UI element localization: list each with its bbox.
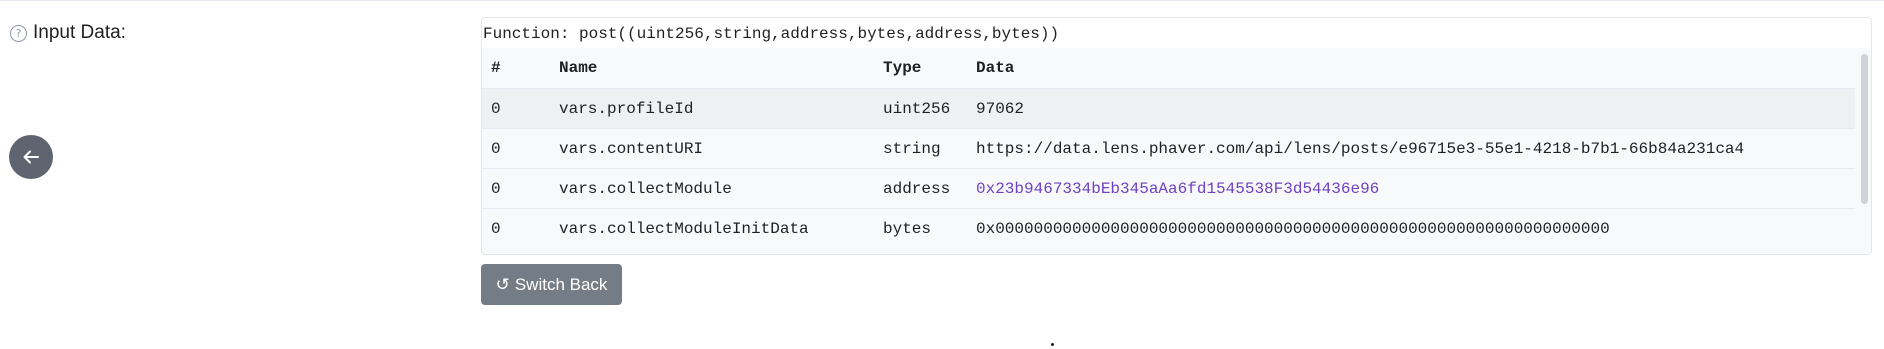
table-row: 0 vars.contentURI string https://data.le… bbox=[482, 128, 1855, 169]
header-index: # bbox=[482, 48, 559, 89]
input-data-label-text: Input Data: bbox=[33, 22, 126, 43]
table-row: 0 vars.collectModule address 0x23b946733… bbox=[482, 168, 1855, 209]
input-data-label: ? Input Data: bbox=[10, 22, 126, 44]
undo-icon: ↺ bbox=[495, 274, 510, 295]
table-header-row: # Name Type Data bbox=[482, 48, 1855, 89]
row-index: 0 bbox=[482, 168, 559, 209]
switch-back-label: Switch Back bbox=[514, 274, 608, 294]
row-type: string bbox=[883, 128, 976, 169]
row-index: 0 bbox=[482, 88, 559, 129]
row-index: 0 bbox=[482, 128, 559, 169]
table-row: 0 vars.profileId uint256 97062 bbox=[482, 88, 1855, 129]
question-circle-icon[interactable]: ? bbox=[10, 24, 27, 42]
row-data: 0x00000000000000000000000000000000000000… bbox=[976, 208, 1855, 248]
header-name: Name bbox=[559, 48, 883, 89]
header-type: Type bbox=[883, 48, 976, 89]
decoded-input-panel: Function: post((uint256,string,address,b… bbox=[481, 17, 1872, 255]
top-divider bbox=[0, 0, 1884, 1]
row-index: 0 bbox=[482, 208, 559, 248]
row-name: vars.contentURI bbox=[559, 128, 883, 169]
function-signature: Function: post((uint256,string,address,b… bbox=[482, 18, 1871, 48]
header-data: Data bbox=[976, 48, 1855, 89]
switch-back-button[interactable]: ↺ Switch Back bbox=[481, 264, 622, 305]
row-type: bytes bbox=[883, 208, 976, 248]
row-data: https://data.lens.phaver.com/api/lens/po… bbox=[976, 128, 1855, 169]
back-button[interactable] bbox=[9, 135, 53, 179]
row-type: uint256 bbox=[883, 88, 976, 129]
row-data-address-link[interactable]: 0x23b9467334bEb345aAa6fd1545538F3d54436e… bbox=[976, 168, 1855, 209]
decorative-dot bbox=[1051, 343, 1054, 346]
row-type: address bbox=[883, 168, 976, 209]
row-name: vars.collectModule bbox=[559, 168, 883, 209]
arrow-left-icon bbox=[23, 150, 39, 164]
row-name: vars.collectModuleInitData bbox=[559, 208, 883, 248]
vertical-scrollbar[interactable] bbox=[1861, 54, 1868, 204]
table-row: 0 vars.collectModuleInitData bytes 0x000… bbox=[482, 208, 1855, 248]
row-name: vars.profileId bbox=[559, 88, 883, 129]
decoded-params-table: # Name Type Data 0 vars.profileId uint25… bbox=[482, 48, 1855, 248]
row-data: 97062 bbox=[976, 88, 1855, 129]
